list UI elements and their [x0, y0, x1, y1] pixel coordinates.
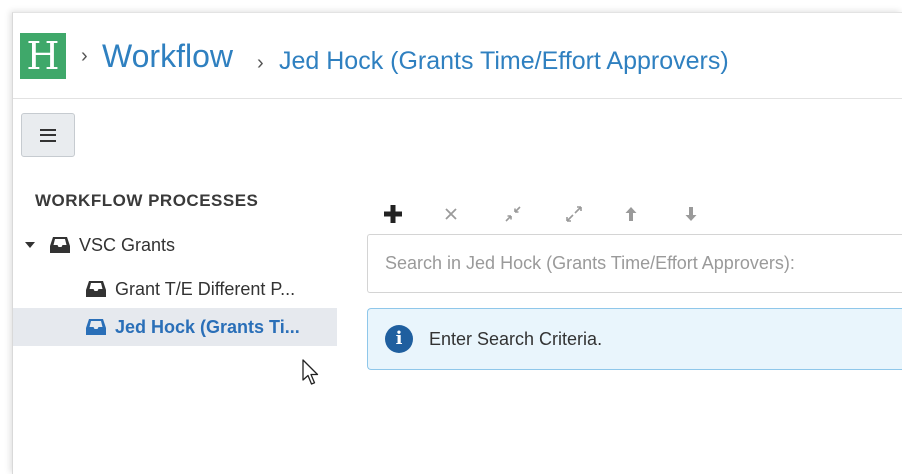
tree-item-grant-te[interactable]: Grant T/E Different P... — [85, 276, 295, 302]
breadcrumb-separator-icon: › — [257, 52, 264, 74]
collapse-button[interactable] — [503, 201, 563, 227]
menu-toggle-button[interactable] — [21, 113, 75, 157]
page-header: H › Workflow › Jed Hock (Grants Time/Eff… — [13, 13, 902, 99]
info-icon: i — [385, 325, 413, 353]
expand-icon — [566, 206, 582, 222]
collapse-icon — [505, 206, 521, 222]
app-window: H › Workflow › Jed Hock (Grants Time/Eff… — [12, 12, 902, 474]
sidebar-title: WORKFLOW PROCESSES — [35, 191, 259, 210]
inbox-icon — [86, 281, 106, 297]
tree-item-label: VSC Grants — [79, 234, 176, 255]
tree-item-jed-hock[interactable]: Jed Hock (Grants Ti... — [13, 308, 337, 346]
move-down-button[interactable] — [683, 201, 743, 227]
expand-button[interactable] — [563, 201, 623, 227]
tree-item-label: Jed Hock (Grants Ti... — [115, 316, 300, 337]
toolbar — [383, 201, 743, 227]
mouse-cursor-icon — [302, 359, 319, 385]
inbox-icon — [86, 319, 106, 335]
hamburger-icon — [40, 128, 56, 142]
tree-item-vsc-grants[interactable]: VSC Grants — [25, 233, 175, 257]
add-button[interactable] — [383, 201, 443, 227]
search-field[interactable] — [367, 234, 902, 293]
close-icon — [445, 208, 457, 220]
breadcrumb-separator-icon: › — [81, 45, 88, 67]
tree-item-label: Grant T/E Different P... — [115, 278, 296, 299]
info-alert: i Enter Search Criteria. — [367, 308, 902, 370]
search-input[interactable] — [368, 235, 902, 292]
page-title: Jed Hock (Grants Time/Effort Approvers) — [279, 47, 729, 75]
plus-icon — [384, 205, 402, 223]
arrow-down-icon — [685, 207, 697, 221]
breadcrumb-workflow-link[interactable]: Workflow — [102, 37, 233, 75]
info-message: Enter Search Criteria. — [429, 328, 603, 349]
app-logo[interactable]: H — [20, 33, 66, 79]
remove-button[interactable] — [443, 201, 503, 227]
move-up-button[interactable] — [623, 201, 683, 227]
arrow-up-icon — [625, 207, 637, 221]
inbox-icon — [50, 237, 70, 253]
caret-down-icon[interactable] — [25, 242, 35, 248]
